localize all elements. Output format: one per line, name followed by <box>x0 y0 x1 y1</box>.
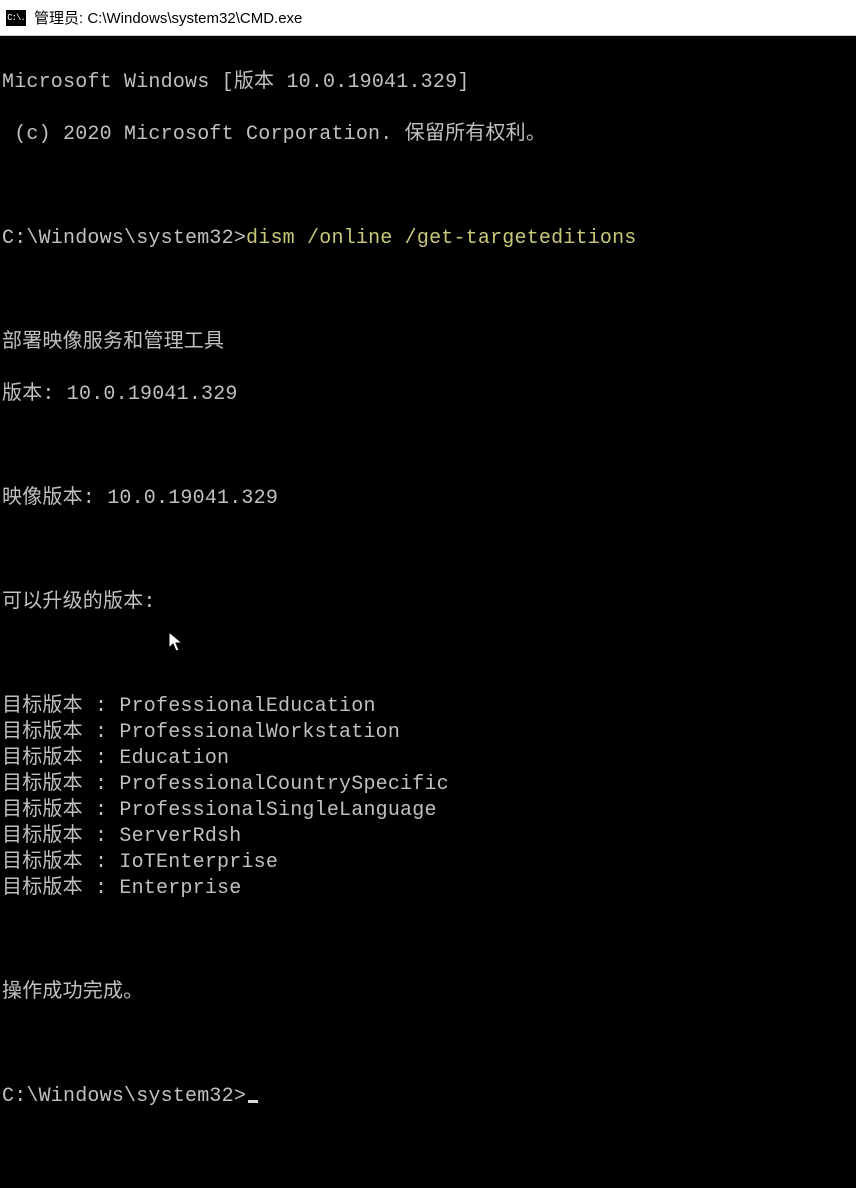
edition-label: 目标版本 : <box>2 824 119 850</box>
image-version: 映像版本: 10.0.19041.329 <box>2 486 854 512</box>
editions-list: 目标版本 : ProfessionalEducation目标版本 : Profe… <box>2 694 854 902</box>
dism-tool-name: 部署映像服务和管理工具 <box>2 330 854 356</box>
edition-row: 目标版本 : ProfessionalEducation <box>2 694 854 720</box>
edition-value: ProfessionalEducation <box>119 694 375 720</box>
dism-tool-version: 版本: 10.0.19041.329 <box>2 382 854 408</box>
edition-row: 目标版本 : ProfessionalSingleLanguage <box>2 798 854 824</box>
edition-label: 目标版本 : <box>2 772 119 798</box>
blank-line <box>2 538 854 564</box>
window-titlebar[interactable]: C:\. 管理员: C:\Windows\system32\CMD.exe <box>0 0 856 36</box>
command-line: C:\Windows\system32>dism /online /get-ta… <box>2 226 854 252</box>
blank-line <box>2 928 854 954</box>
edition-label: 目标版本 : <box>2 746 119 772</box>
edition-row: 目标版本 : ProfessionalWorkstation <box>2 720 854 746</box>
prompt-path: C:\Windows\system32> <box>2 227 246 250</box>
window-title: 管理员: C:\Windows\system32\CMD.exe <box>34 7 302 28</box>
edition-label: 目标版本 : <box>2 694 119 720</box>
terminal-output[interactable]: Microsoft Windows [版本 10.0.19041.329] (c… <box>0 36 856 739</box>
edition-value: ProfessionalWorkstation <box>119 720 400 746</box>
edition-row: 目标版本 : IoTEnterprise <box>2 850 854 876</box>
ms-copyright: (c) 2020 Microsoft Corporation. 保留所有权利。 <box>2 122 854 148</box>
prompt-line: C:\Windows\system32> <box>2 1084 854 1110</box>
blank-line <box>2 434 854 460</box>
edition-row: 目标版本 : Enterprise <box>2 876 854 902</box>
edition-row: 目标版本 : Education <box>2 746 854 772</box>
upgradable-header: 可以升级的版本: <box>2 590 854 616</box>
edition-label: 目标版本 : <box>2 850 119 876</box>
edition-value: ServerRdsh <box>119 824 241 850</box>
edition-value: Enterprise <box>119 876 241 902</box>
cmd-icon: C:\. <box>6 10 26 26</box>
edition-value: IoTEnterprise <box>119 850 278 876</box>
edition-label: 目标版本 : <box>2 876 119 902</box>
blank-line <box>2 278 854 304</box>
blank-line <box>2 642 854 668</box>
edition-row: 目标版本 : ProfessionalCountrySpecific <box>2 772 854 798</box>
edition-value: Education <box>119 746 229 772</box>
success-message: 操作成功完成。 <box>2 980 854 1006</box>
edition-value: ProfessionalCountrySpecific <box>119 772 448 798</box>
command-text: dism /online /get-targeteditions <box>246 227 636 250</box>
edition-label: 目标版本 : <box>2 720 119 746</box>
edition-label: 目标版本 : <box>2 798 119 824</box>
prompt-path: C:\Windows\system32> <box>2 1085 246 1108</box>
cursor <box>248 1100 258 1103</box>
blank-line <box>2 174 854 200</box>
blank-line <box>2 1032 854 1058</box>
edition-value: ProfessionalSingleLanguage <box>119 798 436 824</box>
edition-row: 目标版本 : ServerRdsh <box>2 824 854 850</box>
ms-windows-version: Microsoft Windows [版本 10.0.19041.329] <box>2 70 854 96</box>
